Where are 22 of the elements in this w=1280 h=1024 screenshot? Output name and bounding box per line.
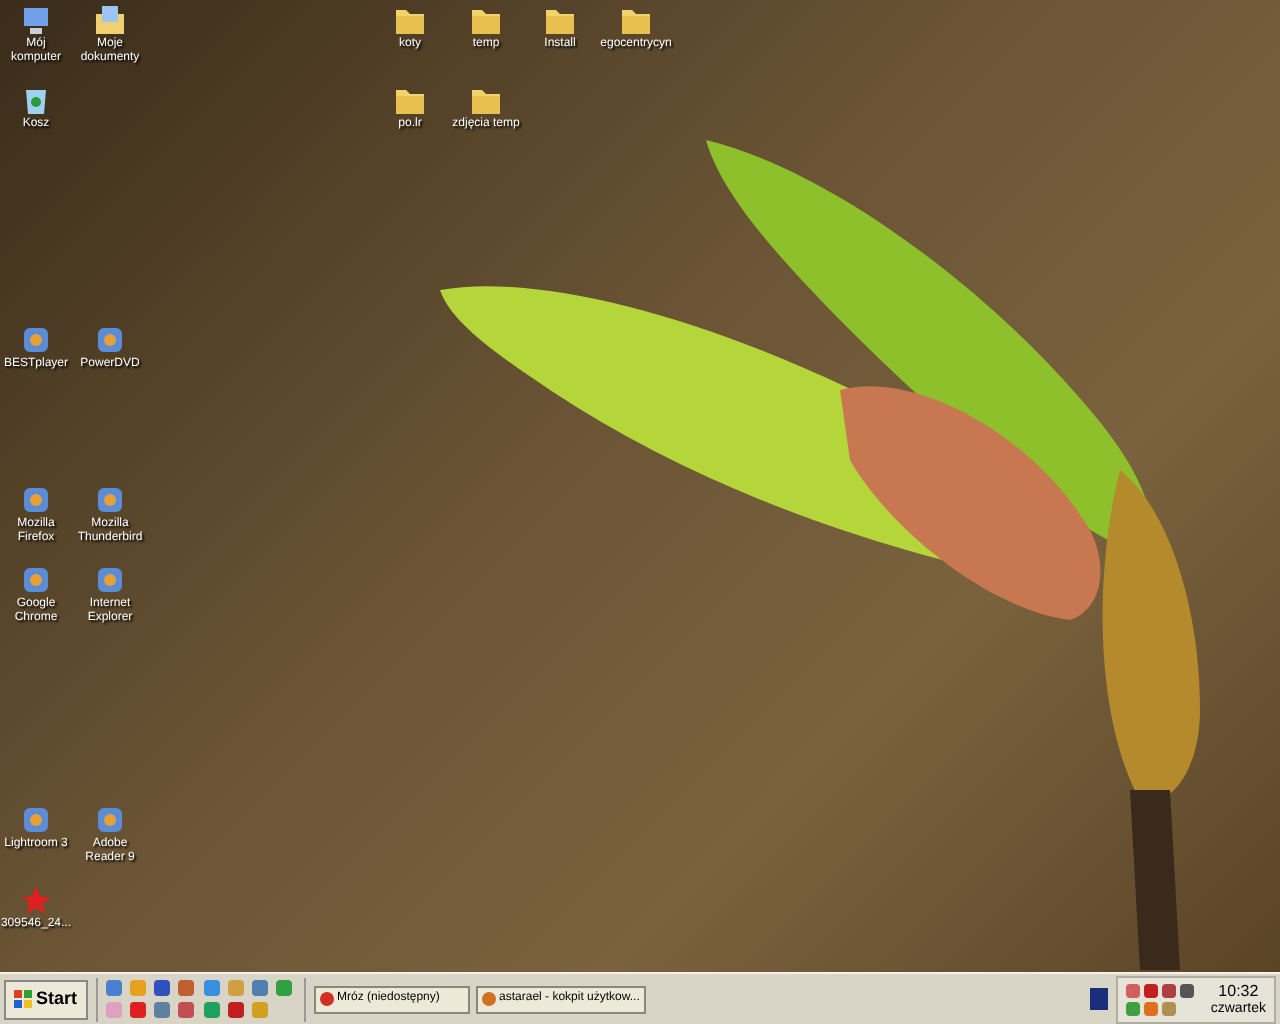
folder-icon[interactable] (620, 4, 652, 36)
folder-icon[interactable] (470, 4, 502, 36)
folder-icon[interactable] (394, 84, 426, 116)
app-icon[interactable] (94, 324, 126, 356)
folder-icon[interactable] (544, 4, 576, 36)
folder-icon[interactable] (470, 84, 502, 116)
app-icon[interactable] (94, 564, 126, 596)
start-button[interactable]: Start (4, 979, 88, 1019)
app-icon (319, 992, 334, 1006)
document-folder-icon[interactable] (94, 4, 126, 36)
trash-icon[interactable] (20, 84, 52, 116)
app-icon[interactable] (20, 324, 52, 356)
app-icon[interactable] (20, 804, 52, 836)
app-icon[interactable] (20, 484, 52, 516)
clock-time: 10:32 (1218, 981, 1259, 999)
app-icon[interactable] (20, 564, 52, 596)
computer-icon[interactable] (20, 4, 52, 36)
app-icon[interactable] (94, 804, 126, 836)
windows-logo-icon (14, 990, 32, 1008)
app-icon (481, 992, 496, 1006)
folder-icon[interactable] (394, 4, 426, 36)
app-icon[interactable] (94, 484, 126, 516)
